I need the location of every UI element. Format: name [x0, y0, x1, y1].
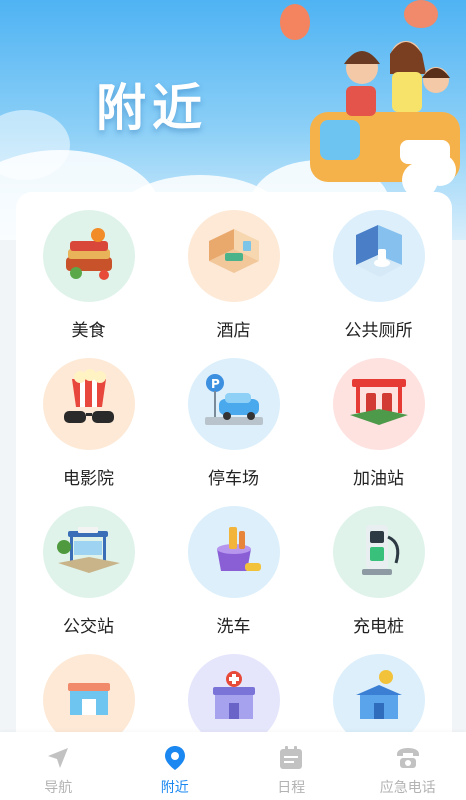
tab-schedule[interactable]: 日程 [233, 732, 350, 800]
tab-label: 导航 [44, 780, 73, 796]
category-item-car-wash[interactable]: 洗车 [161, 506, 306, 654]
car-wash-icon [187, 506, 280, 598]
category-item-hotel[interactable]: 酒店 [161, 210, 306, 358]
family-car-illustration [310, 41, 460, 198]
category-label: 充电桩 [353, 617, 404, 637]
tab-emergency-call[interactable]: 应急电话 [350, 732, 466, 800]
category-item-food[interactable]: 美食 [16, 210, 161, 358]
tab-label: 日程 [277, 780, 306, 796]
gas-station-icon [332, 358, 425, 450]
category-label: 公共厕所 [344, 321, 413, 341]
category-item-parking[interactable]: P 停车场 [161, 358, 306, 506]
tab-nearby[interactable]: 附近 [117, 732, 234, 800]
category-label: 洗车 [216, 617, 251, 637]
hotel-icon [187, 210, 280, 302]
category-item-cinema[interactable]: 电影院 [16, 358, 161, 506]
bottom-tab-bar: 导航 附近 日程 应急电话 [0, 732, 466, 800]
tab-label: 附近 [160, 780, 189, 796]
category-item-gas-station[interactable]: 加油站 [306, 358, 451, 506]
category-label: 美食 [71, 321, 106, 341]
parking-icon: P [187, 358, 280, 450]
category-card: 美食 酒店 公共厕所 电影院 P 停车场 加油站 公交站 洗车 充电桩 [16, 192, 452, 752]
bus-stop-icon [42, 506, 135, 598]
svg-text:P: P [211, 377, 220, 391]
charging-pile-icon [332, 506, 425, 598]
category-item-bus-stop[interactable]: 公交站 [16, 506, 161, 654]
calendar-icon [280, 746, 303, 769]
location-pin-icon [164, 746, 185, 770]
category-label: 酒店 [216, 321, 251, 341]
navigation-icon [48, 748, 69, 768]
category-label: 停车场 [208, 469, 259, 489]
tab-navigation[interactable]: 导航 [0, 732, 117, 800]
page-title: 附近 [96, 79, 208, 137]
restroom-icon [332, 210, 425, 302]
category-item-restroom[interactable]: 公共厕所 [306, 210, 451, 358]
category-item-charging-pile[interactable]: 充电桩 [306, 506, 451, 654]
category-label: 加油站 [353, 469, 404, 489]
food-icon [42, 210, 135, 302]
cinema-icon [42, 358, 135, 450]
phone-icon [396, 748, 419, 768]
category-label: 电影院 [63, 469, 114, 489]
category-label: 公交站 [63, 617, 114, 637]
tab-label: 应急电话 [379, 780, 436, 796]
